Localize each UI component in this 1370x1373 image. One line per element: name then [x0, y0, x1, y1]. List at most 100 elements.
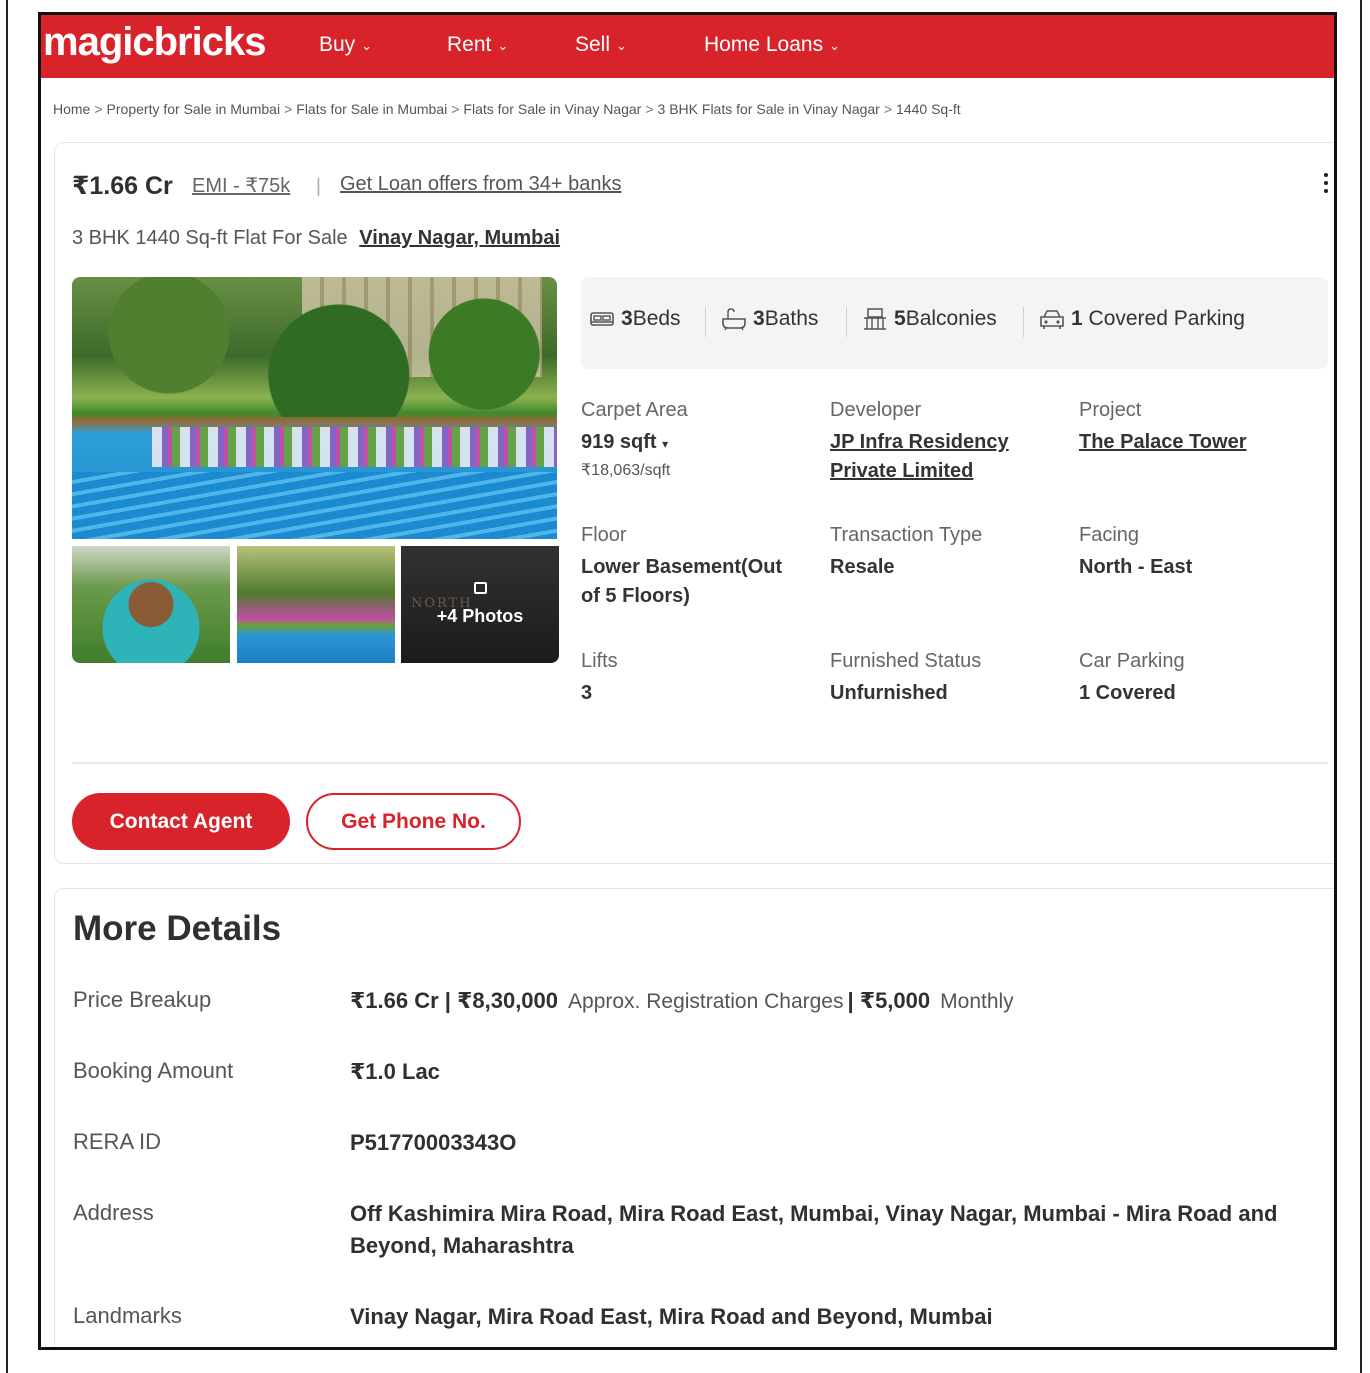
- breadcrumb: Home > Property for Sale in Mumbai > Flats f…: [53, 101, 961, 117]
- furnished-status-value: Unfurnished: [830, 682, 948, 704]
- floor-label: Floor: [581, 524, 627, 546]
- breadcrumb-separator: >: [284, 101, 293, 117]
- rera-id-value: P51770003343O: [350, 1130, 517, 1155]
- maintenance-amount: | ₹5,000: [847, 988, 931, 1013]
- chevron-down-icon: ⌄: [497, 38, 509, 53]
- listing-card: ₹1.66 Cr EMI - ₹75k | Get Loan offers fr…: [54, 142, 1334, 864]
- developer-name-line1: JP Infra Residency: [830, 431, 1009, 453]
- nav-sell[interactable]: Sell ⌄: [575, 33, 627, 57]
- more-photos-count: +4 Photos: [436, 606, 524, 626]
- divider: [72, 762, 1328, 764]
- beds-label: Beds: [632, 307, 681, 330]
- landmarks-label: Landmarks: [73, 1303, 182, 1328]
- baths-count: 3: [753, 307, 765, 330]
- bed-icon: [590, 312, 614, 326]
- get-phone-button[interactable]: Get Phone No.: [306, 793, 521, 850]
- car-parking-value: 1 Covered: [1079, 682, 1176, 704]
- amenity-balconies: 5Balconies: [862, 307, 997, 331]
- page-edge-left: [6, 0, 8, 1373]
- beds-count: 3: [621, 307, 633, 330]
- photo-thumbnail[interactable]: [72, 546, 230, 663]
- more-photos-thumbnail[interactable]: NORTH +4 Photos: [401, 546, 559, 663]
- amenity-divider: [1023, 307, 1024, 337]
- nav-rent-label: Rent: [447, 33, 492, 56]
- floor-value-line1: Lower Basement(Out: [581, 556, 783, 578]
- price-per-sqft: ₹18,063/sqft: [581, 462, 671, 479]
- amenity-beds: 3Beds: [589, 307, 681, 331]
- breadcrumb-property-sale-mumbai[interactable]: Property for Sale in Mumbai: [107, 101, 281, 117]
- amenity-parking: 1 Covered Parking: [1039, 307, 1245, 331]
- breadcrumb-home[interactable]: Home: [53, 101, 90, 117]
- balconies-label: Balconies: [905, 307, 997, 330]
- photo-thumbnail[interactable]: [237, 546, 395, 663]
- breadcrumb-3bhk-vinay-nagar[interactable]: 3 BHK Flats for Sale in Vinay Nagar: [658, 101, 880, 117]
- floor-value: Lower Basement(Out of 5 Floors): [581, 553, 782, 611]
- more-details-heading: More Details: [73, 909, 282, 948]
- breadcrumb-flats-vinay-nagar[interactable]: Flats for Sale in Vinay Nagar: [463, 101, 641, 117]
- developer-link[interactable]: JP Infra Residency Private Limited: [830, 428, 1009, 486]
- parking-label: Covered Parking: [1088, 307, 1245, 330]
- browser-frame: magicbricks Buy ⌄ Rent ⌄ Sell ⌄ Home Loa…: [38, 12, 1337, 1350]
- address-label: Address: [73, 1200, 154, 1225]
- top-navbar: magicbricks Buy ⌄ Rent ⌄ Sell ⌄ Home Loa…: [41, 15, 1334, 78]
- chevron-down-icon: ⌄: [616, 38, 627, 53]
- car-parking-label: Car Parking: [1079, 650, 1185, 672]
- amenity-baths: 3Baths: [721, 307, 818, 331]
- nav-rent[interactable]: Rent ⌄: [447, 33, 508, 57]
- page-edge-right: [1360, 0, 1362, 1373]
- lifts-value: 3: [581, 682, 593, 704]
- maintenance-period: Monthly: [940, 990, 1014, 1013]
- amenity-divider: [705, 307, 706, 337]
- amenities-strip: 3Beds 3Baths 5Balconies 1 Covered Parkin…: [581, 277, 1328, 369]
- breadcrumb-separator: >: [645, 101, 654, 117]
- emi-link[interactable]: EMI - ₹75k: [192, 173, 290, 198]
- car-icon: [1040, 310, 1064, 329]
- magicbricks-logo[interactable]: magicbricks: [43, 20, 266, 65]
- loan-offers-link[interactable]: Get Loan offers from 34+ banks: [340, 173, 621, 196]
- nav-home-loans-label: Home Loans: [704, 33, 824, 56]
- price-separator: |: [316, 176, 321, 197]
- carpet-area-text: 919 sqft: [581, 431, 657, 453]
- project-link[interactable]: The Palace Tower: [1079, 428, 1246, 457]
- more-options-icon[interactable]: [1320, 170, 1332, 200]
- carpet-area-value[interactable]: 919 sqft ▾: [581, 428, 668, 459]
- address-value: Off Kashimira Mira Road, Mira Road East,…: [350, 1201, 1278, 1258]
- price-breakup-amounts: ₹1.66 Cr | ₹8,30,000: [350, 988, 559, 1013]
- developer-name-line2: Private Limited: [830, 460, 974, 482]
- main-property-photo[interactable]: [72, 277, 557, 539]
- transaction-type-value: Resale: [830, 556, 895, 578]
- project-label: Project: [1079, 399, 1142, 421]
- chevron-down-icon: ⌄: [829, 38, 840, 53]
- breadcrumb-separator: >: [94, 101, 103, 117]
- balcony-icon: [864, 308, 886, 330]
- lifts-label: Lifts: [581, 650, 618, 672]
- booking-amount-label: Booking Amount: [73, 1058, 234, 1083]
- listing-title: 3 BHK 1440 Sq-ft Flat For Sale: [72, 227, 348, 249]
- booking-amount-value: ₹1.0 Lac: [350, 1059, 440, 1084]
- developer-label: Developer: [830, 399, 922, 421]
- carpet-area-label: Carpet Area: [581, 399, 688, 421]
- registration-charges-label: Approx. Registration Charges: [568, 990, 844, 1013]
- breadcrumb-separator: >: [451, 101, 460, 117]
- caret-down-icon: ▾: [662, 437, 669, 451]
- listing-price: ₹1.66 Cr: [72, 172, 173, 200]
- breadcrumb-flats-mumbai[interactable]: Flats for Sale in Mumbai: [296, 101, 447, 117]
- rera-id-label: RERA ID: [73, 1129, 162, 1154]
- nav-buy[interactable]: Buy ⌄: [319, 33, 372, 57]
- parking-count: 1: [1071, 307, 1083, 330]
- breadcrumb-separator: >: [883, 101, 893, 117]
- breadcrumb-current: 1440 Sq-ft: [896, 101, 961, 117]
- contact-agent-button[interactable]: Contact Agent: [72, 793, 290, 850]
- nav-home-loans[interactable]: Home Loans ⌄: [704, 33, 840, 57]
- listing-subtitle: 3 BHK 1440 Sq-ft Flat For Sale Vinay Nag…: [72, 227, 560, 250]
- gallery-icon: [474, 582, 487, 594]
- landmarks-value: Vinay Nagar, Mira Road East, Mira Road a…: [350, 1304, 993, 1329]
- chevron-down-icon: ⌄: [361, 38, 373, 53]
- baths-label: Baths: [764, 307, 819, 330]
- balconies-count: 5: [894, 307, 906, 330]
- floor-value-line2: of 5 Floors): [581, 585, 690, 607]
- furnished-status-label: Furnished Status: [830, 650, 982, 672]
- locality-link[interactable]: Vinay Nagar, Mumbai: [359, 227, 560, 249]
- facing-value: North - East: [1079, 556, 1193, 578]
- more-details-section: More Details Price Breakup ₹1.66 Cr | ₹8…: [54, 888, 1334, 1347]
